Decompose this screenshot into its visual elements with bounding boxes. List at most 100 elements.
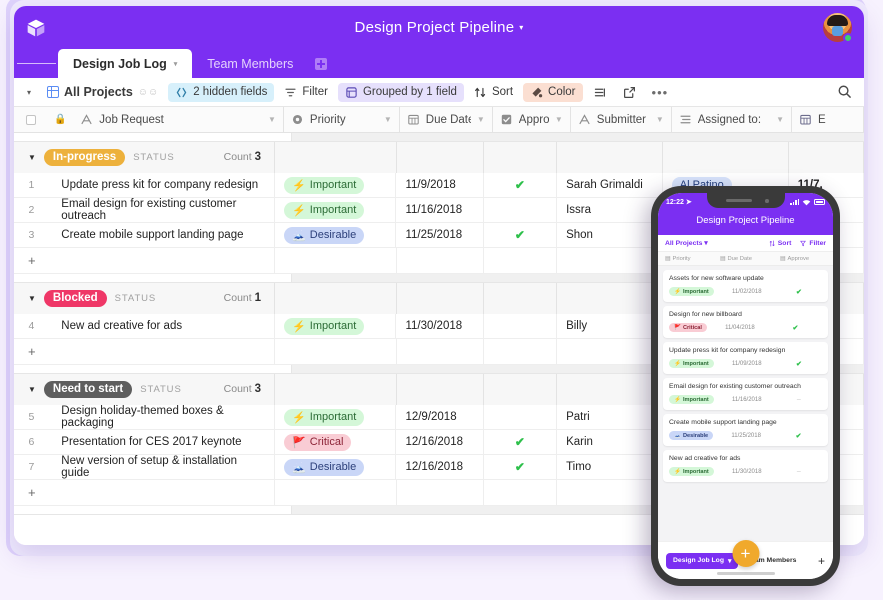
cell-submitter[interactable]: Sarah Grimaldi [557,172,663,198]
phone-record-list[interactable]: Assets for new software update ⚡ Importan… [658,266,833,558]
group-collapse-icon[interactable]: ▼ [28,385,36,394]
filter-button[interactable]: Filter [277,83,335,102]
row-status-bar [34,405,52,430]
color-button[interactable]: Color [523,82,583,102]
cell-submitter[interactable]: Karin [557,429,663,455]
cell-submitter[interactable]: Billy [557,313,663,339]
cell-priority[interactable]: ⚡ Important [275,404,397,430]
cell-priority[interactable]: ⚡ Important [275,172,397,198]
cell-approved[interactable]: ✔ [484,454,558,480]
group-count: Count 3 [223,151,262,163]
phone-record-card[interactable]: Update press kit for company redesign ⚡ I… [663,342,828,374]
more-options-button[interactable]: ••• [646,85,675,100]
phone-record-card[interactable]: Email design for existing customer outre… [663,378,828,410]
cell-job-request[interactable]: New version of setup & installation guid… [52,454,276,480]
phone-record-card[interactable]: Assets for new software update ⚡ Importan… [663,270,828,302]
field-header-assigned-to[interactable]: Assigned to: ▼ [672,106,792,133]
group-icon [346,86,357,98]
cell-job-request[interactable]: New ad creative for ads [52,313,276,339]
avatar[interactable] [823,13,853,43]
plus-icon [315,57,328,70]
priority-icon: 🗻 [292,229,306,242]
cell-approved[interactable] [484,197,558,223]
chevron-down-icon[interactable]: ▼ [384,115,392,124]
cell-due-date[interactable]: 12/9/2018 [396,404,484,430]
phone-sort-button[interactable]: Sort [769,240,791,247]
cell-due-date[interactable]: 11/25/2018 [396,222,484,248]
field-header-due-date[interactable]: Due Date ▼ [400,106,493,133]
view-selector[interactable]: All Projects ☺☺ [40,82,165,102]
phone-record-card[interactable]: New ad creative for ads ⚡ Important 11/30… [663,450,828,482]
cell-due-date[interactable]: 11/16/2018 [396,197,484,223]
app-title-caret[interactable]: ▾ [519,23,523,32]
phone-speaker [725,199,752,202]
tab-design-job-log[interactable]: Design Job Log ▾ [58,49,193,78]
plus-icon[interactable]: + [14,247,276,274]
phone-add-tab-button[interactable]: + [818,554,825,568]
cell-job-request[interactable]: Create mobile support landing page [52,222,276,248]
hidden-fields-button[interactable]: 2 hidden fields [168,82,275,102]
field-header-approved[interactable]: Approv... ▼ [493,106,571,133]
group-collapse-icon[interactable]: ▼ [28,153,36,162]
cell-job-request[interactable]: Email design for existing customer outre… [52,197,276,223]
chevron-down-icon[interactable]: ▾ [174,60,178,68]
cell-priority[interactable]: ⚡ Important [275,313,397,339]
field-header-job-request[interactable]: Job Request ▼ [73,106,284,133]
phone-record-card[interactable]: Create mobile support landing page 🗻 Desi… [663,414,828,446]
cell-approved[interactable]: ✔ [484,172,558,198]
cell-job-request[interactable]: Update press kit for company redesign [52,172,276,198]
view-caret-icon[interactable]: ▾ [24,88,37,97]
phone-view-selector[interactable]: All Projects ▾ [665,239,708,247]
cell-approved[interactable]: ✔ [484,222,558,248]
chevron-down-icon[interactable]: ▼ [555,115,563,124]
phone-tab-design-job-log[interactable]: Design Job Log ▾ [666,552,739,569]
search-icon[interactable] [837,84,852,99]
phone-add-record-fab[interactable]: + [732,540,759,567]
priority-tag: 🗻 Desirable [284,226,365,244]
cell-submitter[interactable]: Shon [557,222,663,248]
group-header-in-progress[interactable]: ▼ In-progress STATUS Count 3 [14,141,864,173]
cell-job-request[interactable]: Design holiday-themed boxes & packaging [52,404,276,430]
field-header-priority[interactable]: Priority ▼ [284,106,400,133]
cell-approved[interactable] [484,404,558,430]
cell-submitter[interactable]: Patri [557,404,663,430]
cell-approved[interactable]: ✔ [484,429,558,455]
share-button[interactable] [616,83,643,102]
tab-team-members[interactable]: Team Members [192,49,308,78]
field-label: Priority [309,113,346,126]
cell-priority[interactable]: 🗻 Desirable [275,454,397,480]
cell-due-date[interactable]: 12/16/2018 [396,429,484,455]
plus-icon[interactable]: + [14,338,276,365]
checkbox-icon [501,114,511,125]
sort-button[interactable]: Sort [467,83,520,102]
hamburger-menu-icon[interactable] [14,49,58,78]
group-button[interactable]: Grouped by 1 field [337,82,464,102]
chevron-down-icon[interactable]: ▼ [268,115,276,124]
cell-job-request[interactable]: Presentation for CES 2017 keynote [52,429,276,455]
app-logo-button[interactable] [14,18,58,38]
cell-approved[interactable] [484,313,558,339]
phone-record-card[interactable]: Design for new billboard 🚩 Critical 11/04… [663,306,828,338]
chevron-down-icon[interactable]: ▼ [477,115,485,124]
cell-due-date[interactable]: 12/16/2018 [396,454,484,480]
phone-filter-button[interactable]: Filter [800,240,826,247]
cell-priority[interactable]: 🚩 Critical [275,429,397,455]
sort-icon [769,240,775,246]
cell-due-date[interactable]: 11/9/2018 [396,172,484,198]
cell-due-date[interactable]: 11/30/2018 [396,313,484,339]
plus-icon[interactable]: + [14,479,276,506]
field-header-submitter[interactable]: Submitter ▼ [571,106,672,133]
cell-priority[interactable]: ⚡ Important [275,197,397,223]
add-tab-button[interactable] [308,49,334,78]
cell-submitter[interactable]: Timo [557,454,663,480]
row-height-button[interactable] [586,83,613,102]
select-all-checkbox[interactable] [14,107,47,133]
field-label: Approv... [518,113,549,126]
cell-priority[interactable]: 🗻 Desirable [275,222,397,248]
group-collapse-icon[interactable]: ▼ [28,294,36,303]
chevron-down-icon[interactable]: ▼ [656,115,664,124]
phone-card-approved: – [796,468,801,475]
chevron-down-icon[interactable]: ▼ [776,115,784,124]
cell-submitter[interactable]: Issra [557,197,663,223]
field-header-extra-date[interactable]: E [792,106,864,133]
